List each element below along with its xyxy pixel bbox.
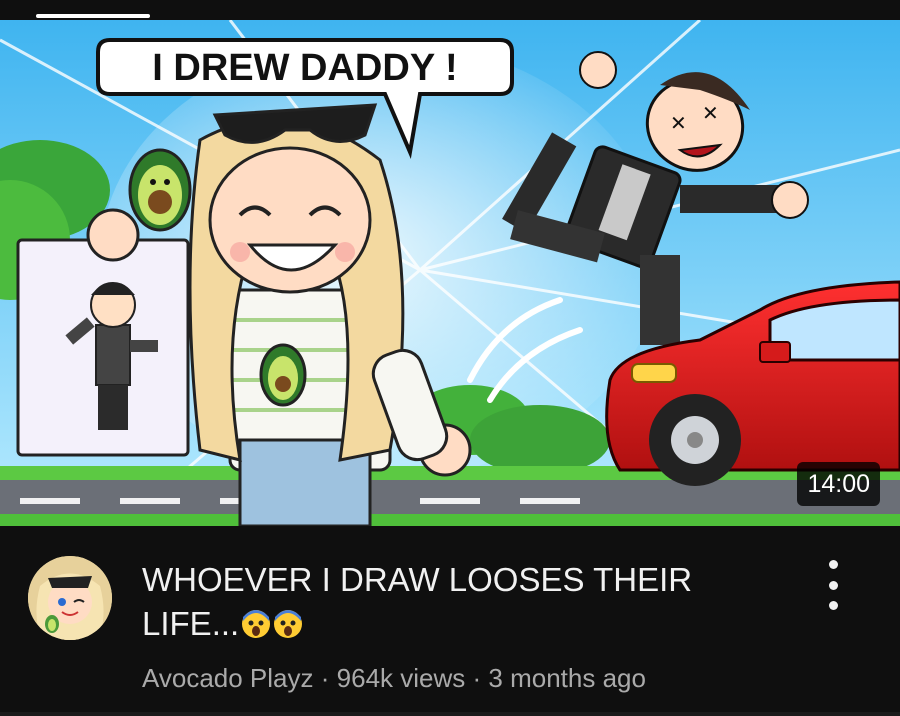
channel-name[interactable]: Avocado Playz: [142, 663, 314, 693]
upload-age: 3 months ago: [488, 663, 646, 693]
status-area: [0, 0, 900, 20]
fearful-face-emoji: [242, 610, 271, 638]
separator: ·: [320, 663, 330, 693]
separator: ·: [472, 663, 482, 693]
video-thumbnail[interactable]: I DREW DADDY ! ✕ ✕: [0, 20, 900, 526]
playback-progress-indicator: [36, 14, 150, 18]
view-count: 964k views: [336, 663, 466, 693]
svg-text:✕: ✕: [702, 103, 719, 125]
video-duration-badge: 14:00: [797, 462, 880, 506]
svg-text:✕: ✕: [670, 113, 687, 135]
dot: [828, 560, 838, 569]
thumbnail-caption: I DREW DADDY !: [152, 47, 457, 89]
avatar-image: [28, 556, 112, 640]
divider: [0, 712, 900, 716]
video-subline: Avocado Playz · 964k views · 3 months ag…: [142, 662, 646, 694]
video-title-text: WHOEVER I DRAW LOOSES THEIR LIFE...: [142, 561, 693, 642]
fearful-face-emoji: [274, 610, 303, 638]
dot: [828, 580, 838, 590]
video-title[interactable]: WHOEVER I DRAW LOOSES THEIR LIFE...: [142, 558, 782, 646]
dot: [828, 601, 838, 610]
more-options-icon[interactable]: [818, 560, 848, 610]
channel-avatar[interactable]: [28, 556, 112, 640]
video-meta: WHOEVER I DRAW LOOSES THEIR LIFE... Avoc…: [0, 526, 900, 716]
